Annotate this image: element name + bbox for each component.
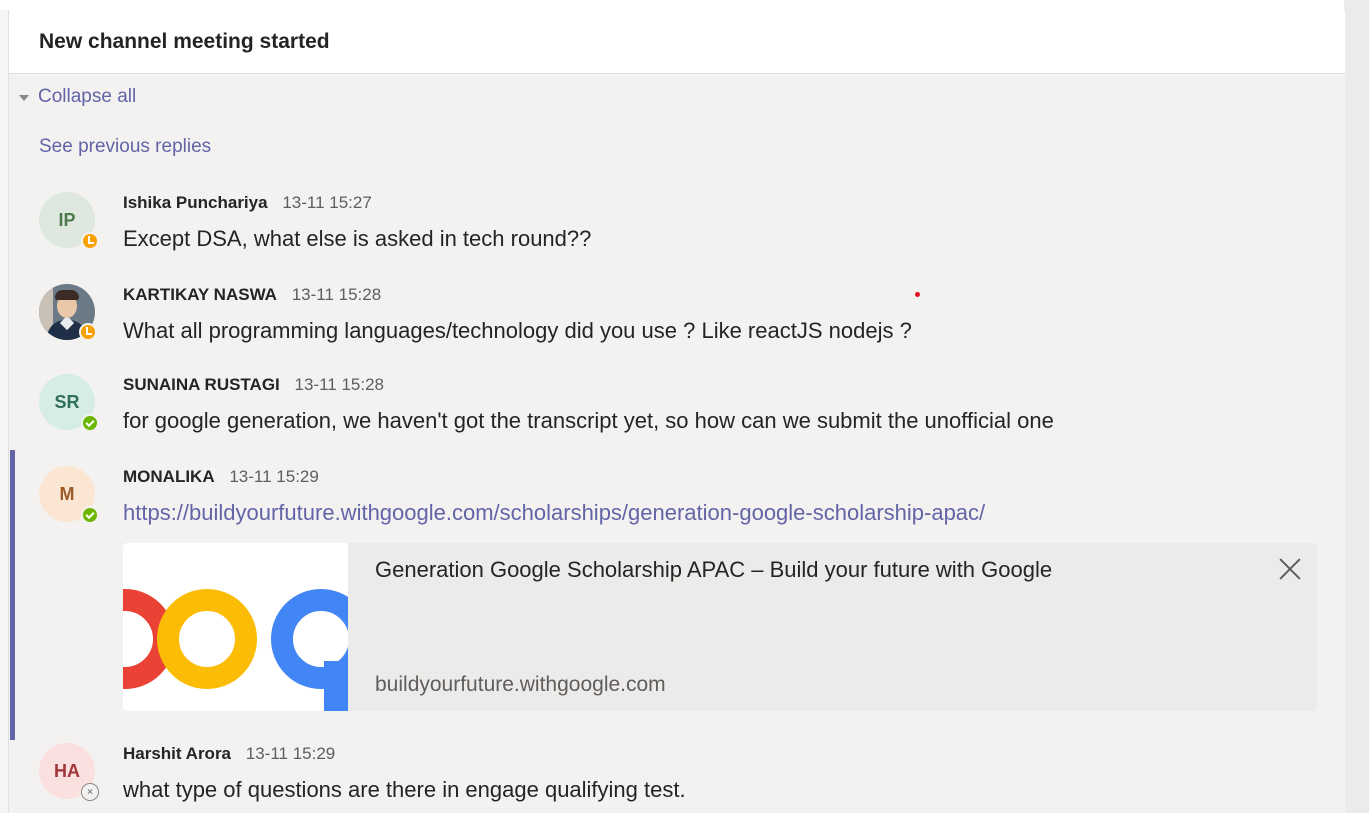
avatar[interactable]: M [39, 466, 99, 524]
avatar-initials: M [59, 483, 75, 504]
message-text: for google generation, we haven't got th… [123, 408, 1054, 433]
message-text: What all programming languages/technolog… [123, 318, 912, 343]
message-meta: MONALIKA 13-11 15:29 [123, 467, 319, 487]
message-text: what type of questions are there in enga… [123, 777, 686, 802]
presence-available-icon [81, 506, 99, 524]
scrollbar-track[interactable] [1344, 0, 1369, 813]
link-preview-title[interactable]: Generation Google Scholarship APAC – Bui… [375, 557, 1052, 583]
presence-away-icon [79, 323, 97, 341]
message-meta: Ishika Punchariya 13-11 15:27 [123, 193, 372, 213]
thread-header: New channel meeting started [9, 10, 1345, 74]
collapse-triangle-icon [19, 95, 29, 101]
message-time: 13-11 15:28 [291, 285, 382, 304]
message-author[interactable]: KARTIKAY NASWA [123, 285, 277, 304]
top-gap [0, 0, 1344, 10]
message-link-text: https://buildyourfuture.withgoogle.com/s… [123, 500, 985, 526]
message-author[interactable]: Ishika Punchariya [123, 193, 268, 212]
message-link[interactable]: https://buildyourfuture.withgoogle.com/s… [123, 500, 985, 525]
link-preview-domain: buildyourfuture.withgoogle.com [375, 673, 666, 696]
message-author[interactable]: SUNAINA RUSTAGI [123, 375, 280, 394]
message-meta: Harshit Arora 13-11 15:29 [123, 744, 335, 764]
message-meta: KARTIKAY NASWA 13-11 15:28 [123, 285, 381, 305]
avatar-initials: SR [54, 391, 80, 412]
message-meta: SUNAINA RUSTAGI 13-11 15:28 [123, 375, 384, 395]
presence-offline-icon: × [81, 783, 99, 801]
message-time: 13-11 15:27 [282, 193, 372, 212]
avatar-initials: HA [54, 760, 80, 781]
message-time: 13-11 15:29 [229, 467, 319, 486]
avatar[interactable]: IP [39, 192, 99, 250]
collapse-all-label: Collapse all [38, 86, 137, 107]
thread-panel: New channel meeting started Collapse all… [8, 10, 1345, 813]
close-icon[interactable] [1277, 555, 1303, 581]
message-time: 13-11 15:28 [294, 375, 384, 394]
message-author[interactable]: Harshit Arora [123, 744, 231, 763]
thread-title: New channel meeting started [39, 29, 330, 53]
message-text: Except DSA, what else is asked in tech r… [123, 226, 592, 251]
presence-away-icon [81, 232, 99, 250]
avatar[interactable]: HA × [39, 743, 99, 801]
presence-available-icon [81, 414, 99, 432]
link-preview-thumbnail [123, 543, 348, 711]
message-author[interactable]: MONALIKA [123, 467, 215, 486]
avatar[interactable]: SR [39, 374, 99, 432]
cursor-dot [915, 292, 920, 297]
message-time: 13-11 15:29 [245, 744, 336, 763]
collapse-all-button[interactable]: Collapse all [19, 86, 136, 108]
see-previous-replies-link[interactable]: See previous replies [39, 136, 211, 158]
avatar-initials: IP [58, 209, 76, 230]
link-preview-card[interactable]: Generation Google Scholarship APAC – Bui… [123, 543, 1317, 711]
